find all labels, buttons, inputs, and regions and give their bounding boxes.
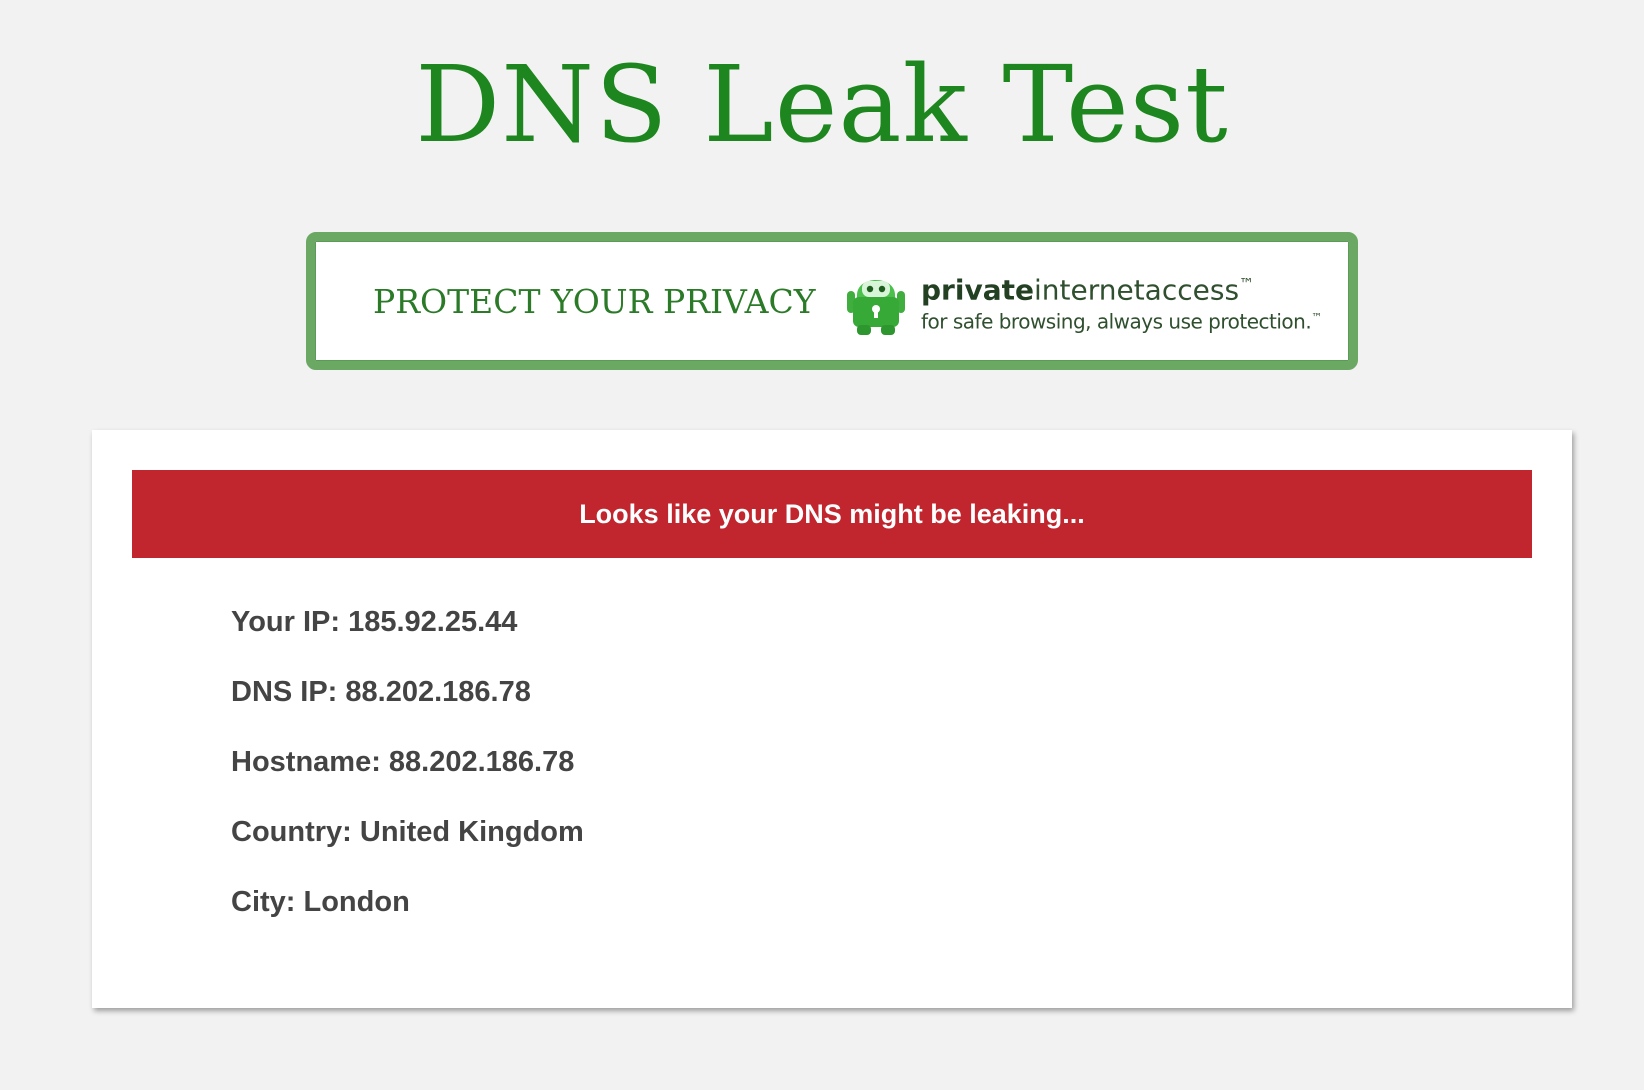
pia-slogan: for safe browsing, always use protection…: [921, 305, 1322, 335]
city-row: City: London: [231, 886, 410, 918]
page-title: DNS Leak Test: [415, 43, 1229, 166]
brand-rest: internetaccess: [1033, 273, 1240, 307]
banner-tagline: PROTECT YOUR PRIVACY: [373, 282, 816, 321]
slogan-trademark: ™: [1311, 311, 1322, 324]
connection-info-list: Your IP: 185.92.25.44 DNS IP: 88.202.186…: [231, 602, 584, 952]
your-ip-row: Your IP: 185.92.25.44: [231, 606, 518, 638]
brand-bold: private: [921, 273, 1034, 307]
result-card: Looks like your DNS might be leaking... …: [92, 430, 1572, 1008]
brand-trademark: ™: [1239, 275, 1255, 293]
pia-ad-banner[interactable]: PROTECT YOUR PRIVACY privateinternetacce…: [306, 232, 1358, 370]
pia-brand-name: privateinternetaccess™: [921, 267, 1254, 307]
country-row: Country: United Kingdom: [231, 816, 584, 848]
hostname-row: Hostname: 88.202.186.78: [231, 746, 575, 778]
dns-ip-row: DNS IP: 88.202.186.78: [231, 676, 531, 708]
slogan-text: for safe browsing, always use protection…: [921, 309, 1312, 334]
dns-leak-alert: Looks like your DNS might be leaking...: [132, 470, 1532, 558]
pia-robot-lock-icon: [847, 280, 905, 335]
